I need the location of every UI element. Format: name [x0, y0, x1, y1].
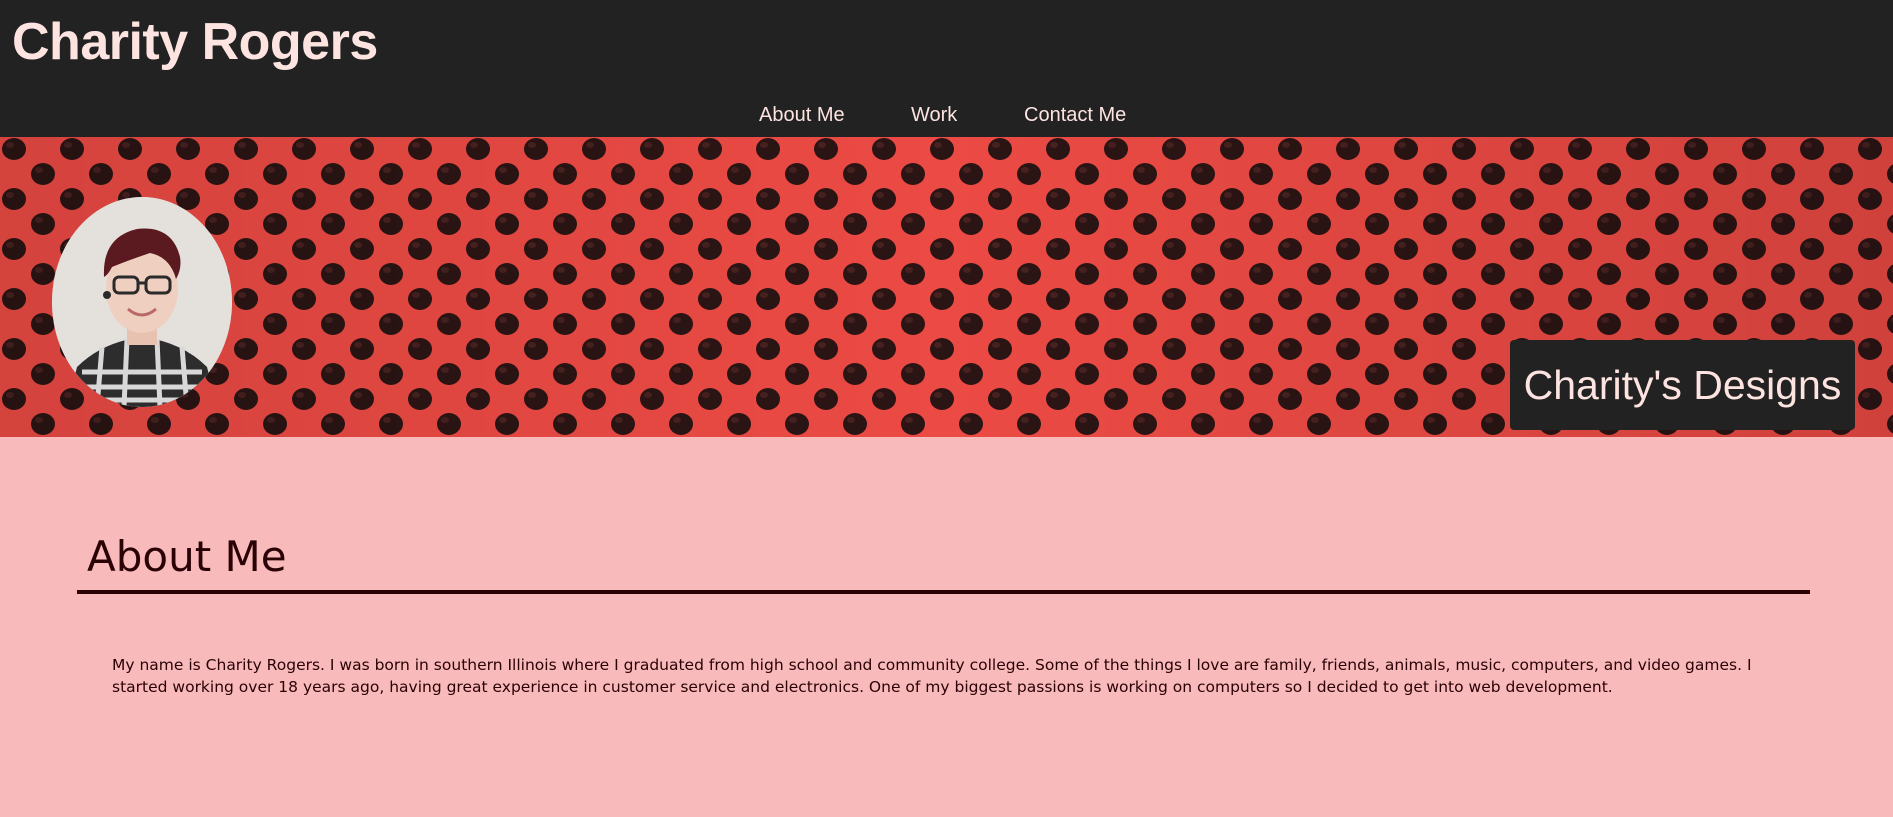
- about-paragraph: My name is Charity Rogers. I was born in…: [112, 656, 1752, 696]
- main-nav: About Me Work Contact Me: [0, 100, 1893, 130]
- profile-photo-icon: [52, 197, 232, 407]
- hero-banner: Charity's Designs: [0, 137, 1893, 437]
- brand-label: Charity's Designs: [1523, 362, 1842, 408]
- nav-link-contact-me[interactable]: Contact Me: [1024, 100, 1126, 130]
- site-header: Charity Rogers About Me Work Contact Me: [0, 0, 1893, 137]
- site-title: Charity Rogers: [12, 13, 378, 71]
- nav-link-about-me[interactable]: About Me: [759, 100, 845, 130]
- about-divider: [77, 590, 1810, 594]
- about-heading: About Me: [87, 532, 287, 581]
- profile-avatar: [52, 197, 232, 407]
- nav-link-work[interactable]: Work: [911, 100, 957, 130]
- brand-box: Charity's Designs: [1510, 340, 1855, 430]
